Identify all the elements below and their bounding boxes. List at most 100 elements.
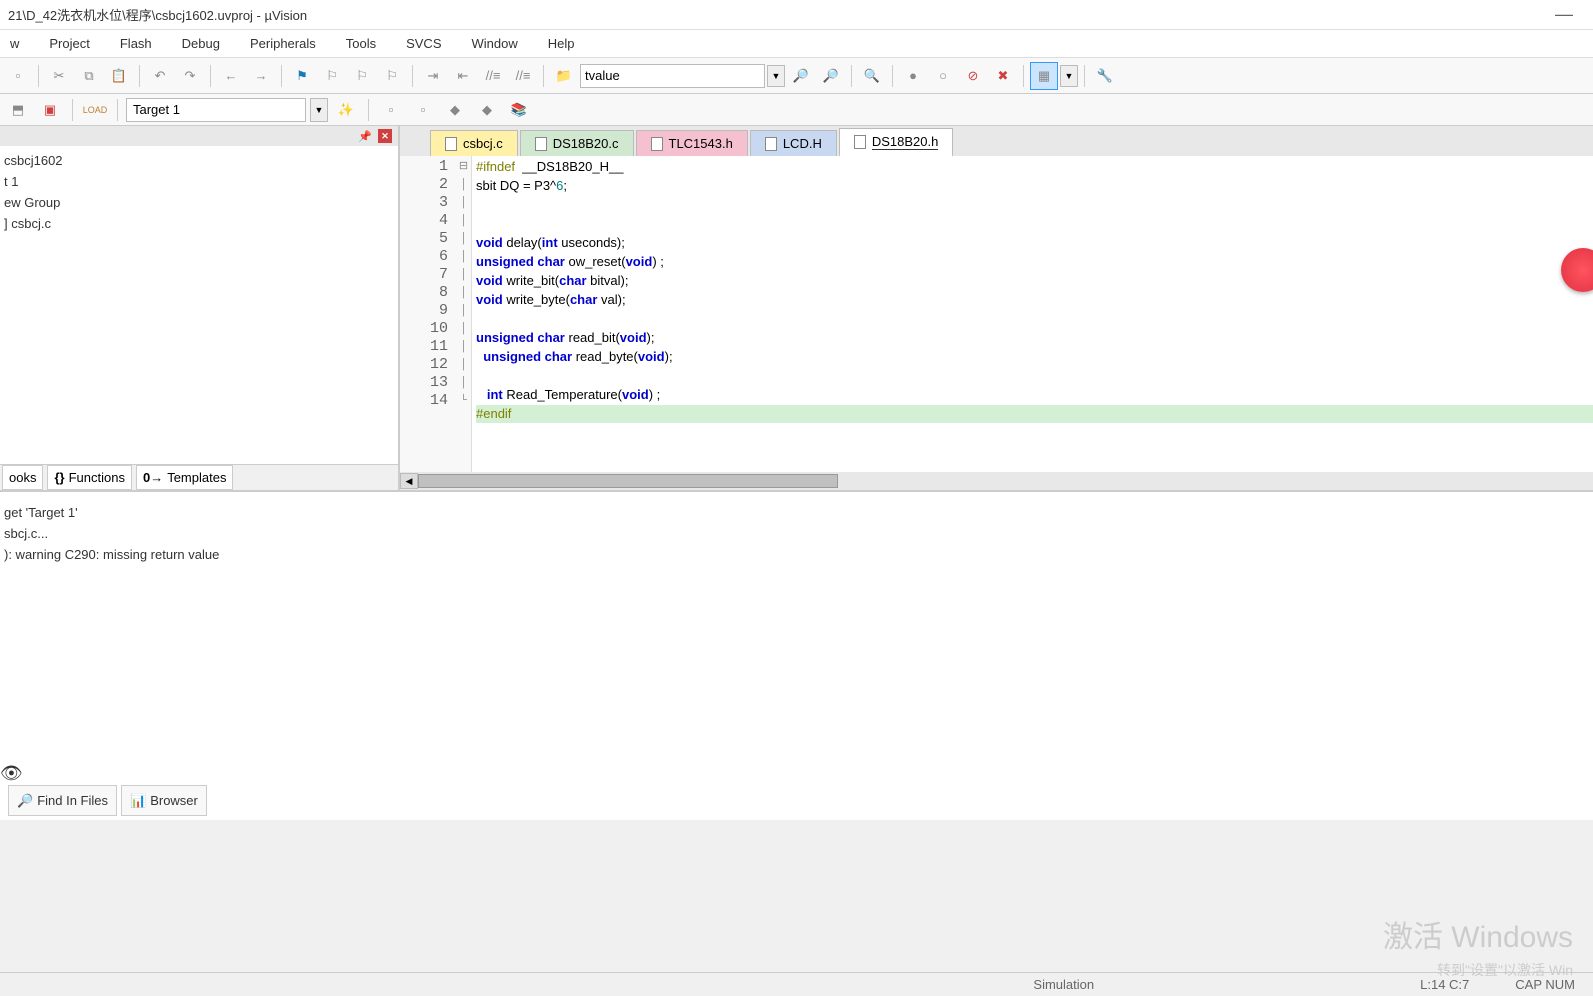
tree-file-name: csbcj.c — [11, 216, 51, 231]
tab-browser[interactable]: 📊Browser — [121, 785, 207, 816]
title-bar: 21\D_42洗衣机水位\程序\csbcj1602.uvproj - µVisi… — [0, 0, 1593, 30]
search-dropdown-icon[interactable]: ▼ — [767, 65, 785, 87]
scroll-left-icon[interactable]: ◀ — [400, 473, 418, 489]
tab-templates[interactable]: 0→Templates — [136, 465, 233, 490]
comment-icon[interactable]: //≡ — [479, 62, 507, 90]
tree-group[interactable]: ew Group — [0, 192, 398, 213]
file-tab-tlc1543-h[interactable]: TLC1543.h — [636, 130, 748, 156]
find-icon[interactable]: 🔎 — [787, 62, 815, 90]
minimize-icon[interactable]: — — [1555, 4, 1573, 25]
pin-icon[interactable]: 📌 — [358, 130, 372, 143]
menu-flash[interactable]: Flash — [116, 34, 156, 53]
breakpoint-disable-icon[interactable]: ⊘ — [959, 62, 987, 90]
bookmark-clear-icon[interactable]: ⚐ — [378, 62, 406, 90]
paste-icon[interactable]: 📋 — [105, 62, 133, 90]
breakpoint-toggle-icon[interactable]: ○ — [929, 62, 957, 90]
target-select[interactable]: Target 1 — [126, 98, 306, 122]
window-layout-icon[interactable]: ▦ — [1030, 62, 1058, 90]
search-combo[interactable]: tvalue — [580, 64, 765, 88]
breakpoint-insert-icon[interactable]: ● — [899, 62, 927, 90]
tab-functions[interactable]: {}Functions — [47, 465, 132, 490]
horizontal-scrollbar[interactable]: ◀ — [400, 472, 1593, 490]
options-icon[interactable]: ✨ — [332, 96, 360, 124]
output-tabs: 🔎Find In Files 📊Browser — [8, 785, 207, 816]
menu-debug[interactable]: Debug — [178, 34, 224, 53]
windows-watermark-sub: 转到"设置"以激活 Win — [1437, 960, 1573, 980]
menu-window[interactable]: Window — [468, 34, 522, 53]
separator — [892, 65, 893, 87]
target-value: Target 1 — [133, 102, 180, 117]
bookmark-icon[interactable]: ⚑ — [288, 62, 316, 90]
menu-svcs[interactable]: SVCS — [402, 34, 445, 53]
document-icon — [445, 137, 457, 151]
menu-project[interactable]: Project — [45, 34, 93, 53]
separator — [543, 65, 544, 87]
tab-books[interactable]: ooks — [2, 465, 43, 490]
uncomment-icon[interactable]: //≡ — [509, 62, 537, 90]
file-tab-ds18b20-h[interactable]: DS18B20.h — [839, 128, 954, 157]
bookmark-next-icon[interactable]: ⚐ — [348, 62, 376, 90]
code-area[interactable]: 1234567891011121314 ⊟││││││││││││└ #ifnd… — [400, 156, 1593, 472]
redo-icon[interactable]: ↷ — [176, 62, 204, 90]
file-tab-lcd-h[interactable]: LCD.H — [750, 130, 837, 156]
manage-icon[interactable]: ▫ — [409, 96, 437, 124]
translate-icon[interactable]: ⬒ — [4, 96, 32, 124]
indent-icon[interactable]: ⇥ — [419, 62, 447, 90]
incremental-find-icon[interactable]: 🔎 — [817, 62, 845, 90]
separator — [38, 65, 39, 87]
copy-icon[interactable]: ⧉ — [75, 62, 103, 90]
project-panel: 📌 ✕ csbcj1602 t 1 ew Group ] csbcj.c ook… — [0, 126, 400, 490]
find-folder-icon[interactable]: 📁 — [550, 62, 578, 90]
manage2-icon[interactable]: ◆ — [441, 96, 469, 124]
tree-project[interactable]: csbcj1602 — [0, 150, 398, 171]
panel-close-icon[interactable]: ✕ — [378, 129, 392, 143]
bookmark-prev-icon[interactable]: ⚐ — [318, 62, 346, 90]
editor-area: csbcj.cDS18B20.cTLC1543.hLCD.HDS18B20.h … — [400, 126, 1593, 490]
tree-file[interactable]: ] csbcj.c — [0, 213, 398, 234]
layout-dropdown-icon[interactable]: ▼ — [1060, 65, 1078, 87]
tree-target[interactable]: t 1 — [0, 171, 398, 192]
tab-filename: csbcj.c — [463, 136, 503, 151]
tab-find-in-files[interactable]: 🔎Find In Files — [8, 785, 117, 816]
tab-filename: TLC1543.h — [669, 136, 733, 151]
debug-icon[interactable]: 🔍 — [858, 62, 886, 90]
tab-label: Browser — [150, 790, 198, 811]
nav-back-icon[interactable]: ← — [217, 62, 245, 90]
menu-w[interactable]: w — [6, 34, 23, 53]
separator — [281, 65, 282, 87]
menu-help[interactable]: Help — [544, 34, 579, 53]
breakpoint-kill-icon[interactable]: ✖ — [989, 62, 1017, 90]
separator — [368, 99, 369, 121]
separator — [412, 65, 413, 87]
books-icon[interactable]: 📚 — [505, 96, 533, 124]
file-ext-icon[interactable]: ▫ — [377, 96, 405, 124]
file-tab-ds18b20-c[interactable]: DS18B20.c — [520, 130, 634, 156]
menu-peripherals[interactable]: Peripherals — [246, 34, 320, 53]
scroll-thumb[interactable] — [418, 474, 838, 488]
outdent-icon[interactable]: ⇤ — [449, 62, 477, 90]
document-icon — [535, 137, 547, 151]
output-line: get 'Target 1' — [4, 502, 1589, 523]
file-tab-csbcj-c[interactable]: csbcj.c — [430, 130, 518, 156]
load-icon[interactable]: LOAD — [81, 96, 109, 124]
status-simulation: Simulation — [1025, 977, 1102, 992]
fold-column[interactable]: ⊟││││││││││││└ — [456, 156, 472, 472]
manage3-icon[interactable]: ◆ — [473, 96, 501, 124]
output-marker-icon: 👁 — [0, 763, 23, 784]
output-line: ): warning C290: missing return value — [4, 544, 1589, 565]
tab-label: ooks — [9, 470, 36, 485]
cut-icon[interactable]: ✂ — [45, 62, 73, 90]
configure-icon[interactable]: 🔧 — [1091, 62, 1119, 90]
build-output-panel[interactable]: get 'Target 1' sbcj.c... ): warning C290… — [0, 490, 1593, 820]
menu-tools[interactable]: Tools — [342, 34, 380, 53]
separator — [851, 65, 852, 87]
code-text[interactable]: #ifndef __DS18B20_H__ sbit DQ = P3^6; vo… — [472, 156, 1593, 472]
target-dropdown-icon[interactable]: ▼ — [310, 98, 328, 122]
project-tree[interactable]: csbcj1602 t 1 ew Group ] csbcj.c — [0, 146, 398, 464]
tab-filename: DS18B20.h — [872, 134, 939, 150]
nav-fwd-icon[interactable]: → — [247, 62, 275, 90]
windows-watermark: 激活 Windows — [1383, 912, 1573, 956]
undo-icon[interactable]: ↶ — [146, 62, 174, 90]
new-icon[interactable]: ▫ — [4, 62, 32, 90]
build-icon[interactable]: ▣ — [36, 96, 64, 124]
